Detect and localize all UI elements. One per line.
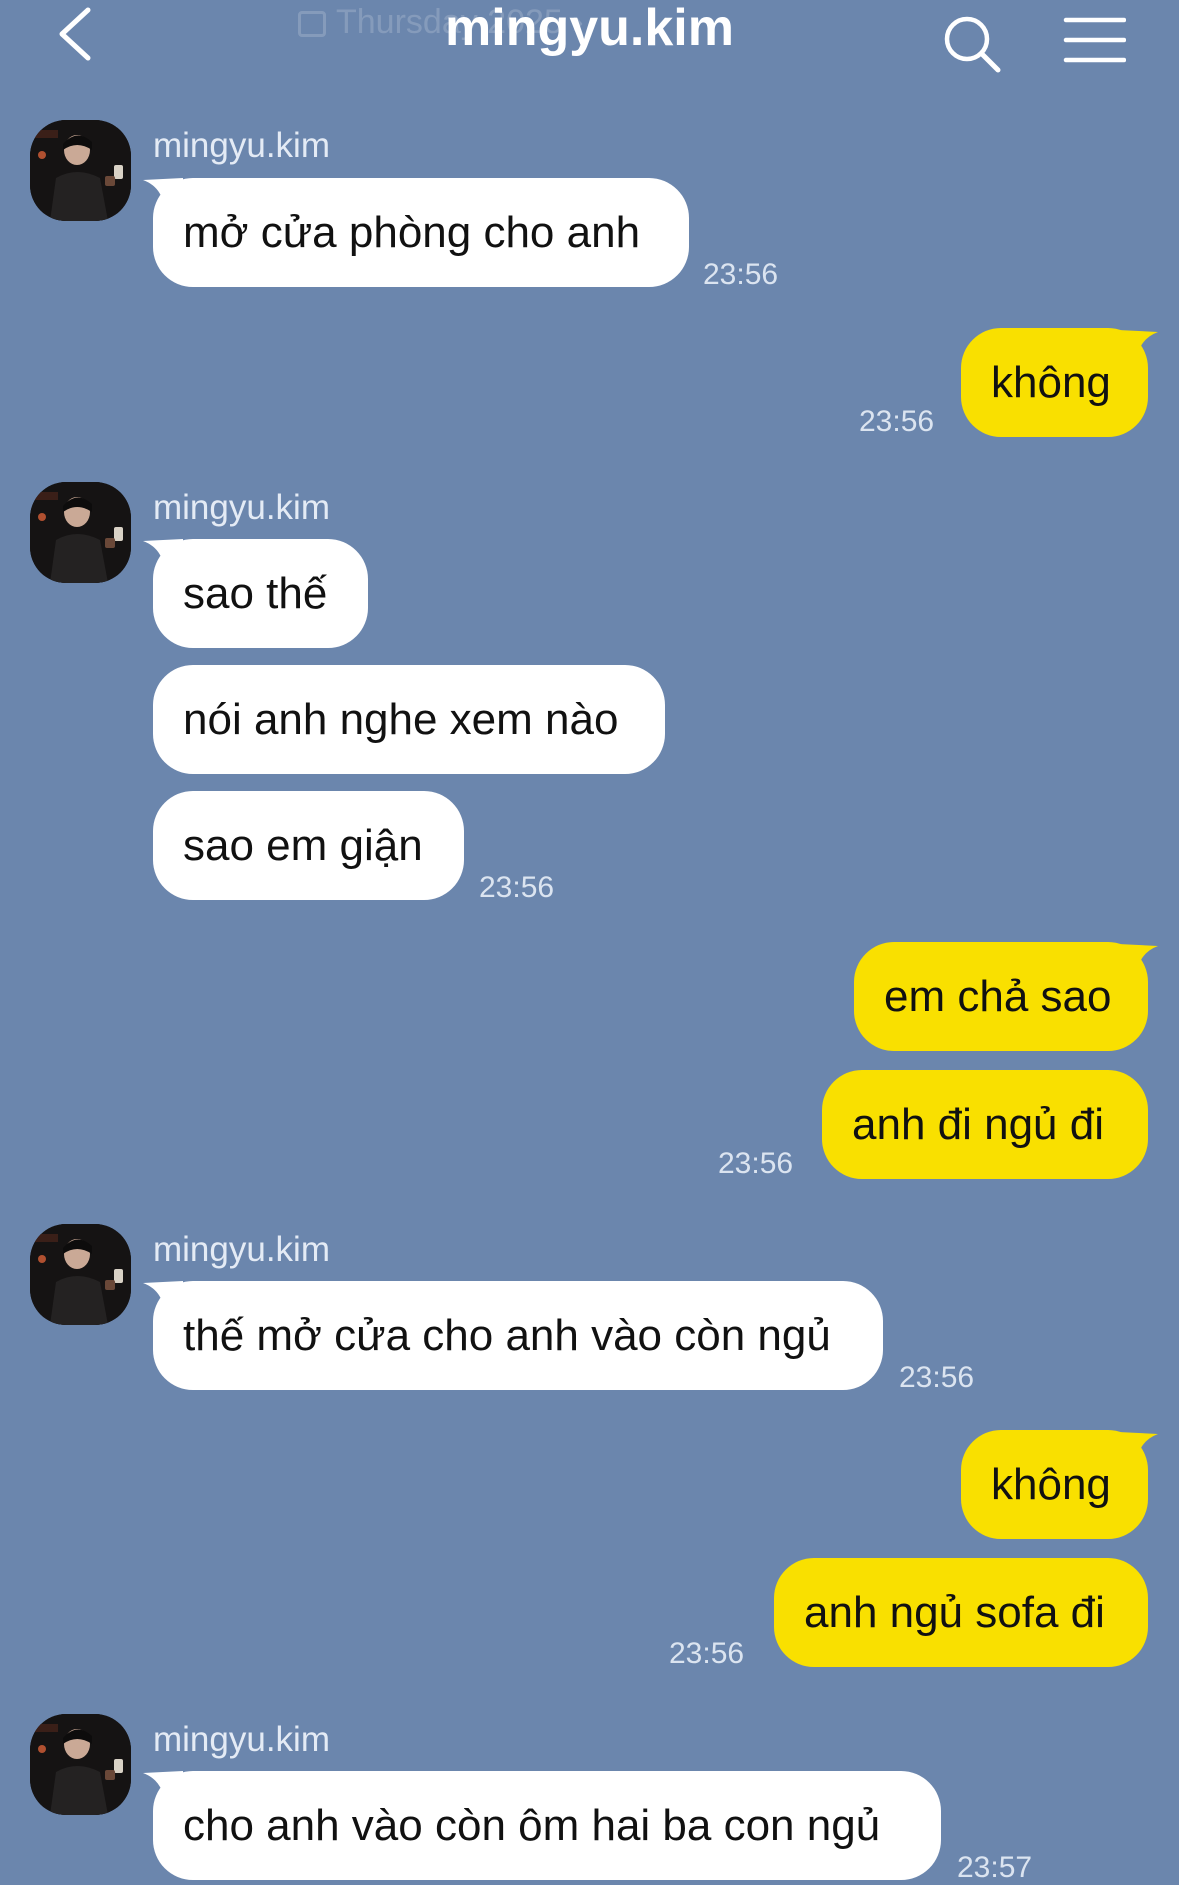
avatar[interactable] [30, 482, 131, 583]
avatar[interactable] [30, 1224, 131, 1325]
menu-button[interactable] [1062, 14, 1127, 66]
message-time: 23:56 [899, 1361, 975, 1394]
message-bubble[interactable]: không [961, 1430, 1148, 1539]
message-time: 23:56 [703, 258, 779, 291]
message-time: 23:56 [859, 405, 935, 438]
sender-name: mingyu.kim [153, 488, 330, 527]
message-bubble[interactable]: em chả sao [854, 942, 1148, 1051]
message-bubble[interactable]: anh ngủ sofa đi [774, 1558, 1148, 1667]
hamburger-menu-icon [1063, 17, 1127, 63]
message-bubble[interactable]: sao em giận [153, 791, 464, 900]
sender-name: mingyu.kim [153, 126, 330, 165]
message-bubble[interactable]: nói anh nghe xem nào [153, 665, 665, 774]
message-bubble[interactable]: không [961, 328, 1148, 437]
message-bubble[interactable]: mở cửa phòng cho anh [153, 178, 689, 287]
avatar[interactable] [30, 120, 131, 221]
message-bubble[interactable]: anh đi ngủ đi [822, 1070, 1148, 1179]
message-bubble[interactable]: thế mở cửa cho anh vào còn ngủ [153, 1281, 883, 1390]
message-time: 23:56 [669, 1637, 745, 1670]
message-bubble[interactable]: sao thế [153, 539, 368, 648]
search-button[interactable] [940, 12, 1004, 76]
chat-header: Thursday 2025 › mingyu.kim [0, 0, 1179, 80]
avatar[interactable] [30, 1714, 131, 1815]
message-time: 23:57 [957, 1851, 1033, 1884]
message-time: 23:56 [479, 871, 555, 904]
search-icon [944, 16, 1001, 73]
message-time: 23:56 [718, 1147, 794, 1180]
message-bubble[interactable]: cho anh vào còn ôm hai ba con ngủ [153, 1771, 941, 1880]
sender-name: mingyu.kim [153, 1230, 330, 1269]
sender-name: mingyu.kim [153, 1720, 330, 1759]
